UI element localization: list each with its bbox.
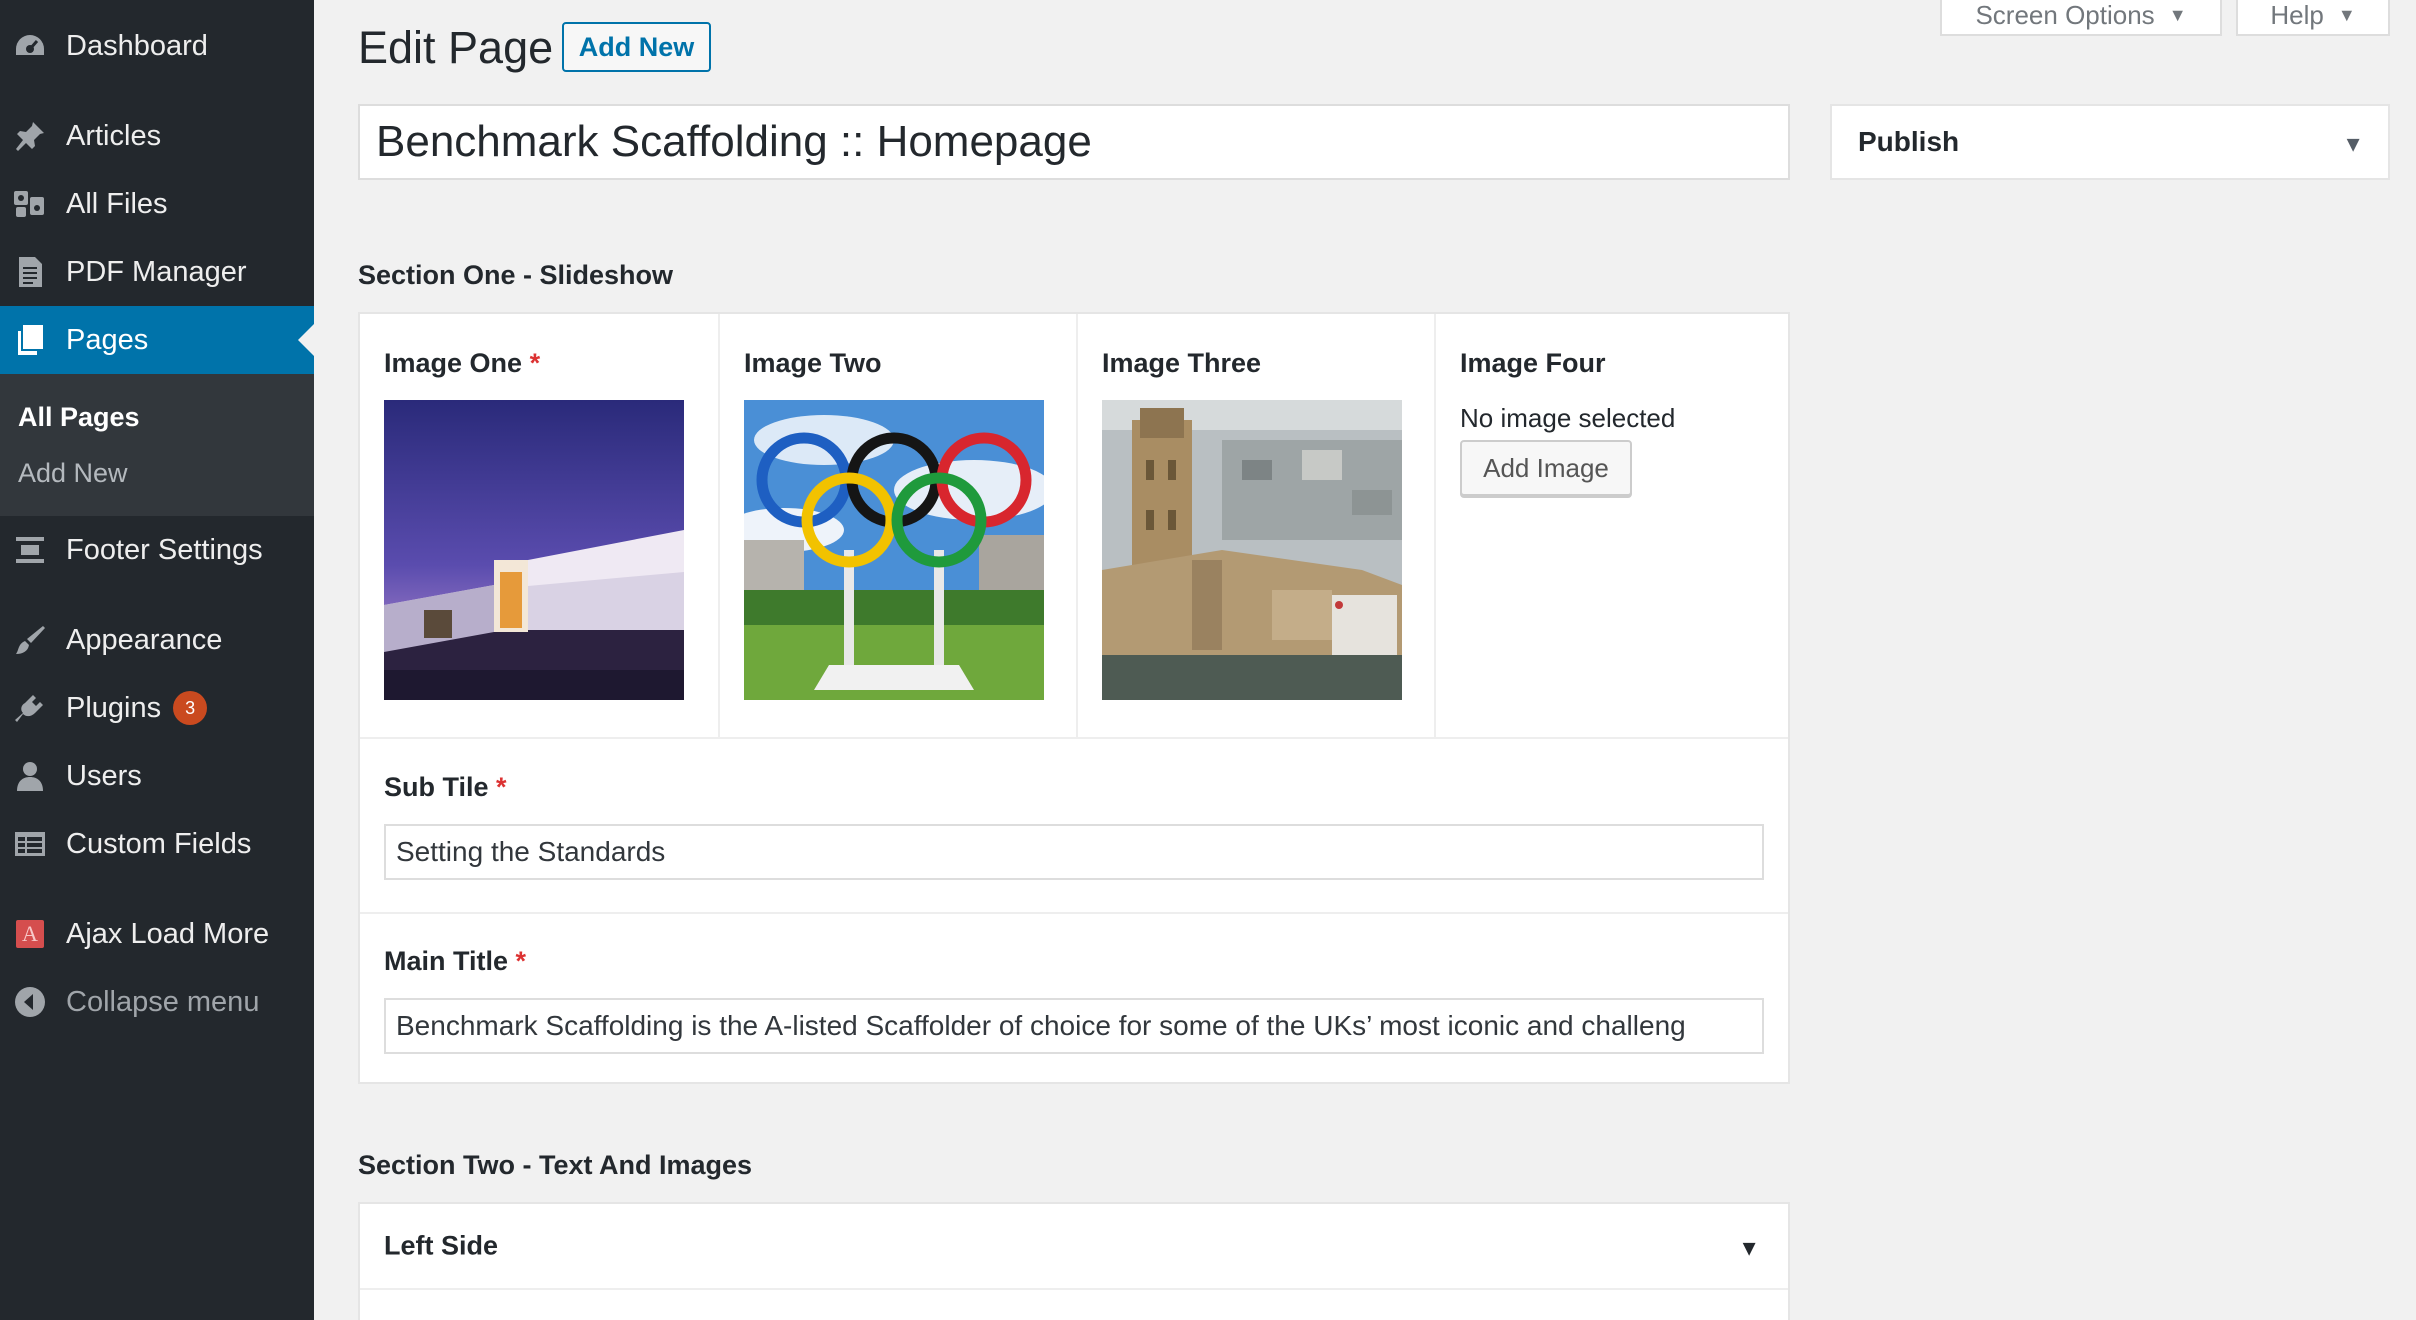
sidebar-item-pdf-manager[interactable]: PDF Manager [0,238,314,306]
ajax-load-more-icon-letter: A [16,920,44,948]
sidebar-item-label: PDF Manager [66,255,247,288]
dashboard-icon [12,28,48,64]
sidebar-item-label: Ajax Load More [66,917,270,950]
update-count-badge: 3 [173,691,208,725]
image-four-label: Image Four [1460,348,1606,378]
sidebar-item-label: Custom Fields [66,827,252,860]
publish-metabox[interactable]: Publish ▼ [1830,104,2390,180]
document-icon [12,254,48,290]
image-three-label: Image Three [1102,348,1262,378]
add-new-page-button[interactable]: Add New [562,22,711,72]
sidebar-item-label: All Files [66,187,168,220]
image-one-thumbnail[interactable] [384,400,684,700]
section-one-heading: Section One - Slideshow [358,260,674,290]
collapse-menu-button[interactable]: Collapse menu [0,968,314,1036]
caret-down-icon: ▼ [2337,4,2356,25]
toggle-arrow-icon: ▼ [2342,131,2364,157]
section-two-heading: Section Two - Text And Images [358,1150,753,1180]
sidebar-item-label: Appearance [66,623,223,656]
sidebar-item-users[interactable]: Users [0,742,314,810]
sub-title-label: Sub Tile [384,772,489,802]
screen-options-button[interactable]: Screen Options ▼ [1940,0,2222,36]
page-title: Edit Page [358,22,554,73]
image-two-thumbnail[interactable] [744,400,1044,700]
custom-fields-icon [12,826,48,862]
image-two-field: Image Two [720,314,1078,737]
divider [360,912,1788,914]
paintbrush-icon [12,622,48,658]
help-label: Help [2270,0,2324,30]
screen-options-label: Screen Options [1975,0,2155,30]
sidebar-item-label: Users [66,759,142,792]
image-one-field: Image One * [360,314,720,737]
sidebar-item-label: Plugins [66,691,162,724]
sidebar-item-ajax-load-more[interactable]: A Ajax Load More [0,900,314,968]
sidebar-item-label: Dashboard [66,29,208,62]
sidebar-item-pages[interactable]: Pages [0,306,314,374]
sidebar-item-custom-fields[interactable]: Custom Fields [0,810,314,878]
main-title-input[interactable] [384,998,1764,1054]
image-two-label: Image Two [744,348,882,378]
plugin-icon [12,690,48,726]
sidebar-item-dashboard[interactable]: Dashboard [0,12,314,80]
sidebar-item-label: Collapse menu [66,985,260,1018]
main-title-label: Main Title [384,946,509,976]
image-one-label: Image One [384,348,523,378]
publish-title: Publish [1858,126,1960,157]
left-side-label: Left Side [384,1230,499,1261]
media-icon [12,186,48,222]
image-three-thumbnail[interactable] [1102,400,1402,700]
caret-down-icon: ▼ [2168,4,2187,25]
add-image-button[interactable]: Add Image [1460,440,1632,496]
sub-title-input[interactable] [384,824,1764,880]
sidebar-item-label: Articles [66,119,162,152]
pin-icon [12,118,48,154]
sidebar-item-footer-settings[interactable]: Footer Settings [0,516,314,584]
sidebar-item-all-files[interactable]: All Files [0,170,314,238]
post-title-input[interactable] [358,104,1790,180]
required-marker: * [515,946,527,976]
sidebar-item-plugins[interactable]: Plugins 3 [0,674,314,742]
user-icon [12,758,48,794]
required-marker: * [529,348,541,378]
image-three-field: Image Three [1078,314,1436,737]
required-marker: * [496,772,507,802]
ajax-load-more-icon: A [12,916,48,952]
pages-icon [12,322,48,358]
section-one-fields: Image One * Image Two Image Three Image … [358,312,1790,1084]
toggle-arrow-icon: ▼ [1738,1235,1760,1261]
submenu-item-add-new[interactable]: Add New [18,458,128,489]
left-side-toggle[interactable]: Left Side ▼ [360,1204,1788,1290]
pages-submenu: All Pages Add New [0,374,314,516]
collapse-icon [12,984,48,1020]
sidebar-item-label: Pages [66,323,149,356]
submenu-item-all-pages[interactable]: All Pages [18,402,140,433]
divider [360,737,1788,739]
help-button[interactable]: Help ▼ [2236,0,2390,36]
image-four-field: Image Four No image selected Add Image [1436,314,1788,737]
sidebar-item-articles[interactable]: Articles [0,102,314,170]
sidebar-item-appearance[interactable]: Appearance [0,606,314,674]
section-two-fields: Left Side ▼ [358,1202,1790,1320]
no-image-text: No image selected [1460,403,1676,433]
sidebar-item-label: Footer Settings [66,533,263,566]
admin-sidebar: Dashboard Articles All Files PDF Manager… [0,0,314,1320]
footer-settings-icon [12,532,48,568]
